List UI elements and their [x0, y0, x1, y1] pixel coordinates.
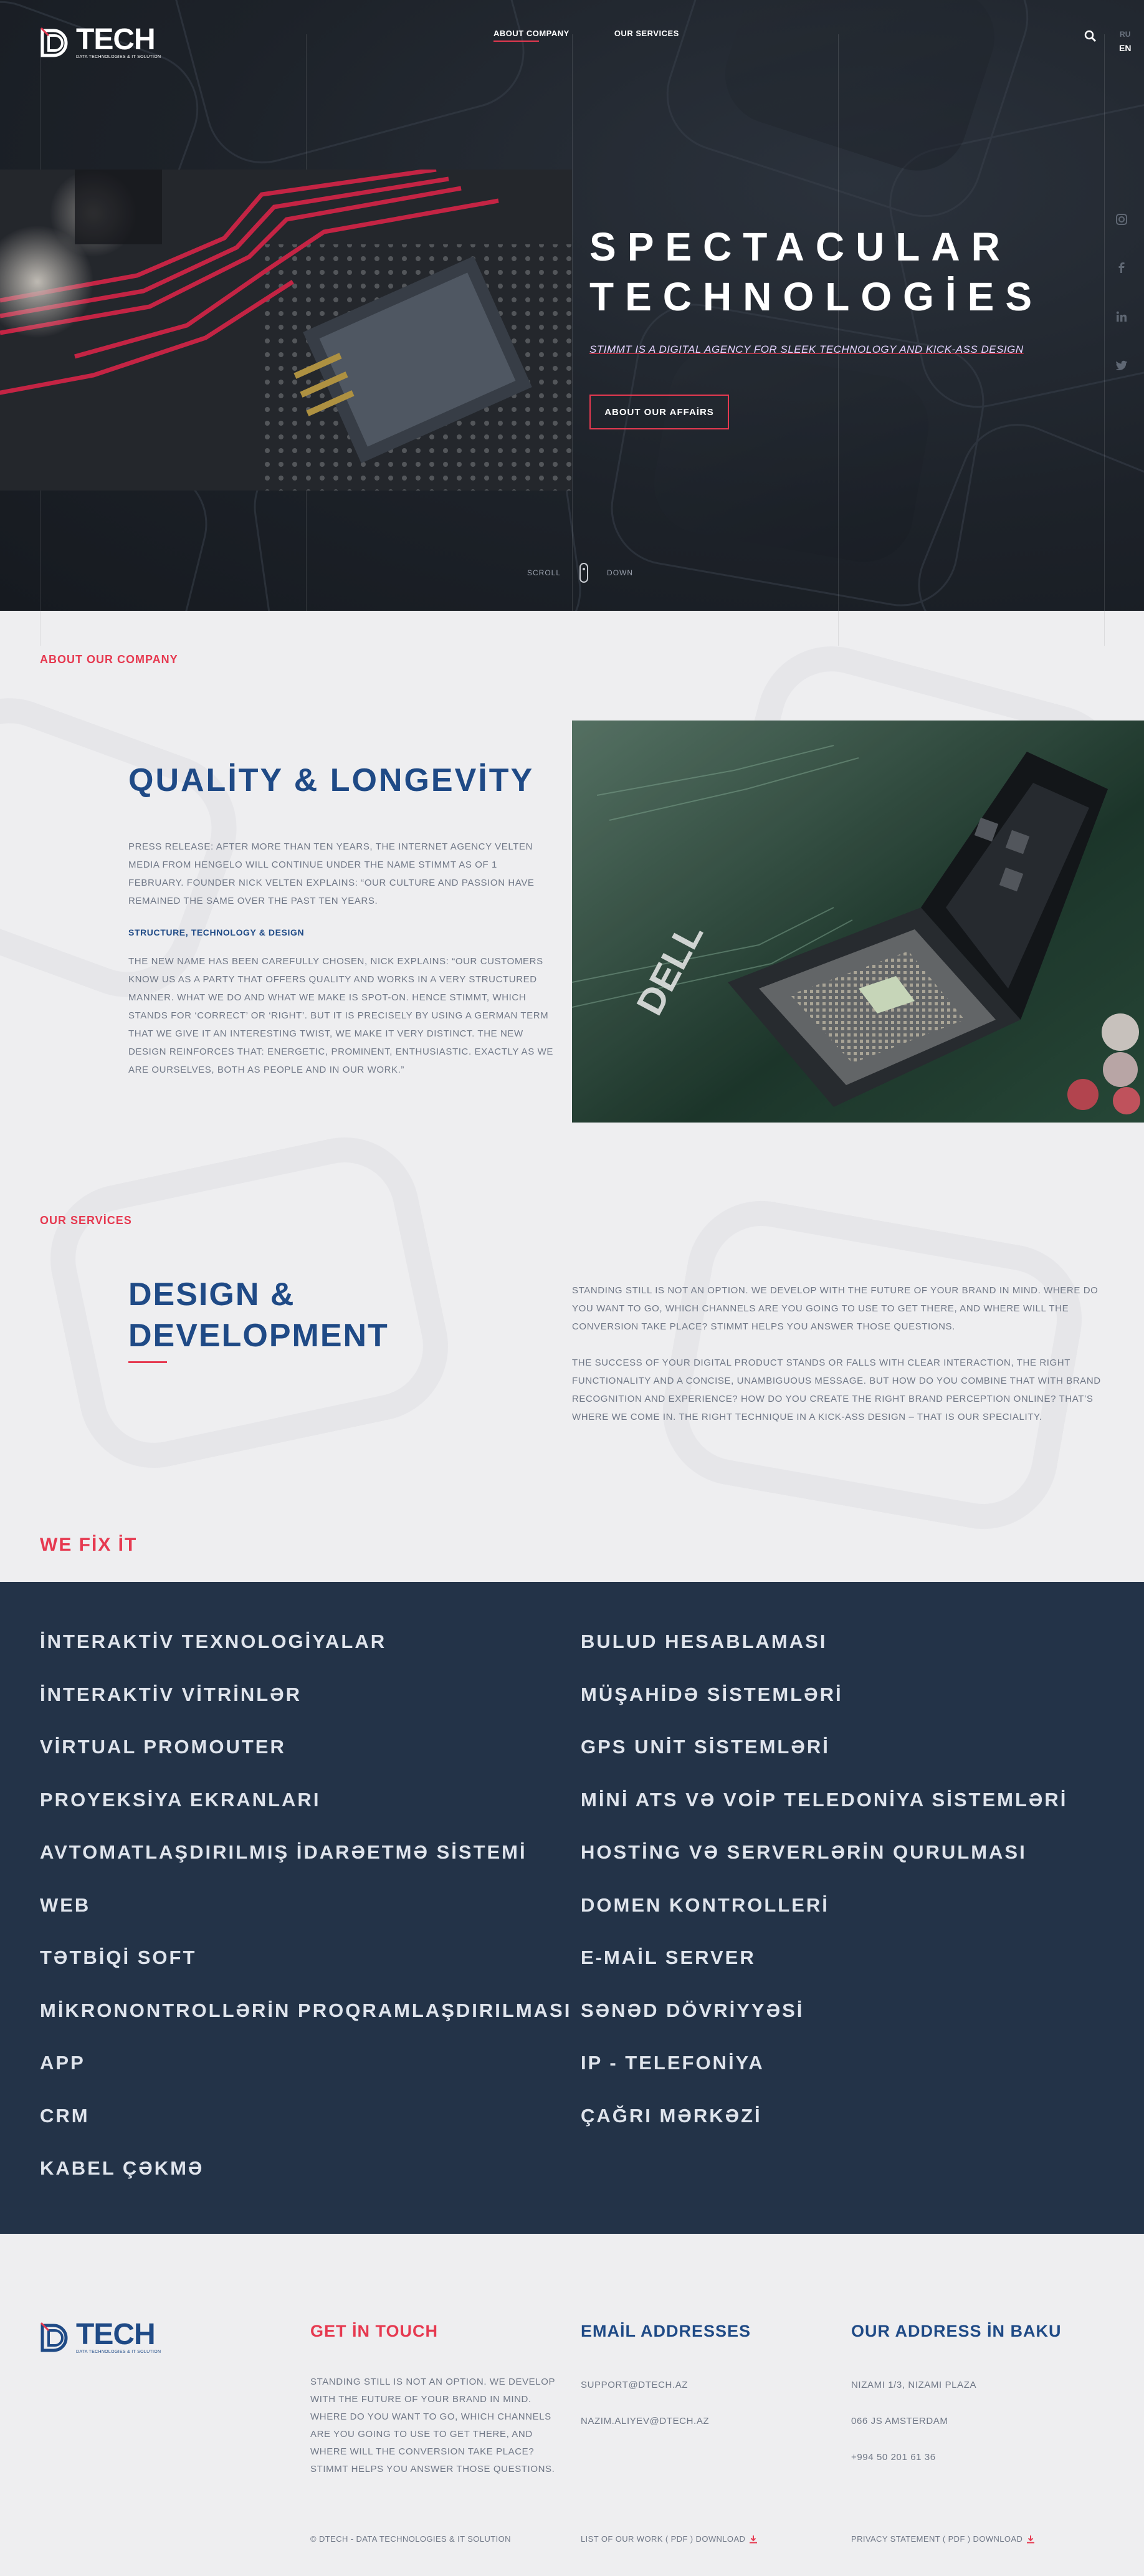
fix-service-item[interactable]: WEB — [40, 1893, 571, 1946]
hero-section: TECH DATA TECHNOLOGIES & IT SOLUTION ABO… — [0, 0, 1144, 611]
nav-our-services[interactable]: OUR SERVICES — [614, 29, 679, 42]
instagram-icon[interactable] — [1115, 213, 1128, 226]
fix-service-item[interactable]: AVTOMATLAŞDIRILMIŞ İDARƏETMƏ SİSTEMİ — [40, 1840, 571, 1893]
mouse-icon — [579, 563, 589, 583]
services-paragraph-2: THE SUCCESS OF YOUR DIGITAL PRODUCT STAN… — [572, 1357, 1101, 1422]
twitter-icon[interactable] — [1115, 359, 1128, 371]
grid-line — [1104, 34, 1105, 611]
footer-logo[interactable]: TECH DATA TECHNOLOGIES & IT SOLUTION — [40, 2318, 161, 2354]
fix-service-item[interactable]: IP - TELEFONİYA — [581, 2051, 1067, 2104]
linkedin-icon[interactable] — [1115, 310, 1128, 323]
services-paragraph-1: STANDING STILL IS NOT AN OPTION. WE DEVE… — [572, 1285, 1099, 1332]
hero-circuit-image — [0, 170, 572, 491]
grid-line — [838, 34, 839, 611]
grid-line — [40, 611, 41, 646]
fix-service-item[interactable]: MİNİ ATS VƏ VOİP TELEDONİYA SİSTEMLƏRİ — [581, 1788, 1067, 1841]
address-line-1: NIZAMI 1/3, NIZAMI PLAZA — [851, 2380, 977, 2390]
logo[interactable]: TECH DATA TECHNOLOGIES & IT SOLUTION — [40, 23, 161, 59]
work-list-download-label: LIST OF OUR WORK ( PDF ) DOWNLOAD — [581, 2534, 746, 2544]
fix-service-item[interactable]: HOSTİNG VƏ SERVERLƏRİN QURULMASI — [581, 1840, 1067, 1893]
fix-service-item[interactable]: APP — [40, 2051, 571, 2104]
dtech-logo-mark — [40, 2322, 68, 2352]
fix-service-item[interactable]: SƏNƏD DÖVRİYYƏSİ — [581, 1998, 1067, 2051]
logo-tagline: DATA TECHNOLOGIES & IT SOLUTION — [76, 2350, 161, 2354]
nav-about-company[interactable]: ABOUT COMPANY — [493, 29, 570, 42]
facebook-icon[interactable] — [1115, 262, 1128, 274]
fix-list-left: İNTERAKTİV TEXNOLOGİYALAR İNTERAKTİV VİTR… — [40, 1629, 571, 2209]
services-title-line2: DEVELOPMENT — [128, 1318, 389, 1354]
address-line-2: 066 JS AMSTERDAM — [851, 2416, 948, 2426]
logo-word: TECH — [76, 2318, 156, 2351]
fix-service-item[interactable]: TƏTBİQİ SOFT — [40, 1945, 571, 1998]
about-title: QUALİTY & LONGEVİTY — [128, 762, 535, 798]
about-paragraph-1: PRESS RELEASE: AFTER MORE THAN TEN YEARS… — [128, 841, 535, 906]
grid-line — [1104, 611, 1105, 646]
logo-tagline: DATA TECHNOLOGIES & IT SOLUTION — [76, 55, 161, 59]
scroll-label-down: DOWN — [607, 568, 634, 577]
fix-service-item[interactable]: DOMEN KONTROLLERİ — [581, 1893, 1067, 1946]
fix-service-item[interactable]: İNTERAKTİV VİTRİNLƏR — [40, 1682, 571, 1735]
services-section-label: OUR SERVİCES — [40, 1214, 132, 1227]
lang-option-en[interactable]: EN — [1119, 41, 1131, 55]
address-title: OUR ADDRESS İN BAKU — [851, 2322, 1062, 2340]
privacy-download-label: PRIVACY STATEMENT ( PDF ) DOWNLOAD — [851, 2534, 1023, 2544]
title-underline — [128, 1361, 167, 1363]
logo-word: TECH — [76, 23, 156, 56]
copyright: © DTECH - DATA TECHNOLOGIES & IT SOLUTIO… — [310, 2534, 511, 2544]
services-title: DESIGN & DEVELOPMENT — [128, 1274, 389, 1356]
services-title-line1: DESIGN & — [128, 1276, 295, 1313]
hero-title: SPECTACULAR TECHNOLOGİES — [589, 222, 1043, 322]
phone-number[interactable]: +994 50 201 61 36 — [851, 2452, 936, 2463]
fix-service-item[interactable]: CRM — [40, 2104, 571, 2157]
about-subheading: STRUCTURE, TECHNOLOGY & DESIGN — [128, 927, 305, 937]
fix-service-item[interactable]: ÇAĞRI MƏRKƏZİ — [581, 2104, 1067, 2157]
about-paragraph-2: THE NEW NAME HAS BEEN CAREFULLY CHOSEN, … — [128, 956, 553, 1075]
about-section-label: ABOUT OUR COMPANY — [40, 653, 178, 666]
fix-service-item[interactable]: PROYEKSİYA EKRANLARI — [40, 1788, 571, 1841]
cpu-socket-image: DELL — [572, 721, 1144, 1123]
email-support[interactable]: SUPPORT@DTECH.AZ — [581, 2380, 688, 2390]
fix-service-item[interactable]: E-MAİL SERVER — [581, 1945, 1067, 1998]
fix-service-item[interactable]: İNTERAKTİV TEXNOLOGİYALAR — [40, 1629, 571, 1682]
fix-list-right: BULUD HESABLAMASI MÜŞAHİDƏ SİSTEMLƏRİ GPS … — [581, 1629, 1067, 2156]
fix-service-item[interactable]: VİRTUAL PROMOUTER — [40, 1735, 571, 1788]
search-icon[interactable] — [1084, 30, 1097, 42]
scroll-label: SCROLL — [527, 568, 561, 577]
language-switcher: RU EN — [1119, 27, 1131, 55]
fix-service-item[interactable]: BULUD HESABLAMASI — [581, 1629, 1067, 1682]
download-icon — [1027, 2535, 1035, 2543]
dtech-logo-mark — [40, 27, 68, 57]
fix-service-item[interactable]: GPS UNİT SİSTEMLƏRİ — [581, 1735, 1067, 1788]
hero-subtitle: STIMMT IS A DIGITAL AGENCY FOR SLEEK TEC… — [589, 343, 1024, 355]
grid-line — [572, 34, 573, 611]
grid-line — [838, 611, 839, 646]
email-contact[interactable]: NAZIM.ALIYEV@DTECH.AZ — [581, 2416, 709, 2426]
privacy-download-link[interactable]: PRIVACY STATEMENT ( PDF ) DOWNLOAD — [851, 2534, 1035, 2544]
download-icon — [750, 2535, 758, 2543]
work-list-download-link[interactable]: LIST OF OUR WORK ( PDF ) DOWNLOAD — [581, 2534, 758, 2544]
email-addresses-title: EMAİL ADDRESSES — [581, 2322, 751, 2340]
social-links — [1115, 213, 1128, 371]
about-affairs-button[interactable]: ABOUT OUR AFFAİRS — [589, 395, 729, 429]
scroll-indicator[interactable]: SCROLL DOWN — [527, 563, 633, 583]
fix-service-item[interactable]: KABEL ÇƏKMƏ — [40, 2156, 571, 2209]
lang-option-ru[interactable]: RU — [1119, 27, 1131, 41]
get-in-touch-title: GET İN TOUCH — [310, 2322, 439, 2340]
fix-service-item[interactable]: MİKRONONTROLLƏRİN PROQRAMLAŞDIRILMASI — [40, 1998, 571, 2051]
fix-service-item[interactable]: MÜŞAHİDƏ SİSTEMLƏRİ — [581, 1682, 1067, 1735]
get-in-touch-text: STANDING STILL IS NOT AN OPTION. WE DEVE… — [310, 2377, 555, 2474]
fix-section-label: WE FİX İT — [40, 1535, 138, 1555]
hero-title-line1: SPECTACULAR — [589, 224, 1011, 269]
hero-title-line2: TECHNOLOGİES — [589, 274, 1044, 319]
top-navigation: ABOUT COMPANY OUR SERVICES — [493, 29, 679, 42]
